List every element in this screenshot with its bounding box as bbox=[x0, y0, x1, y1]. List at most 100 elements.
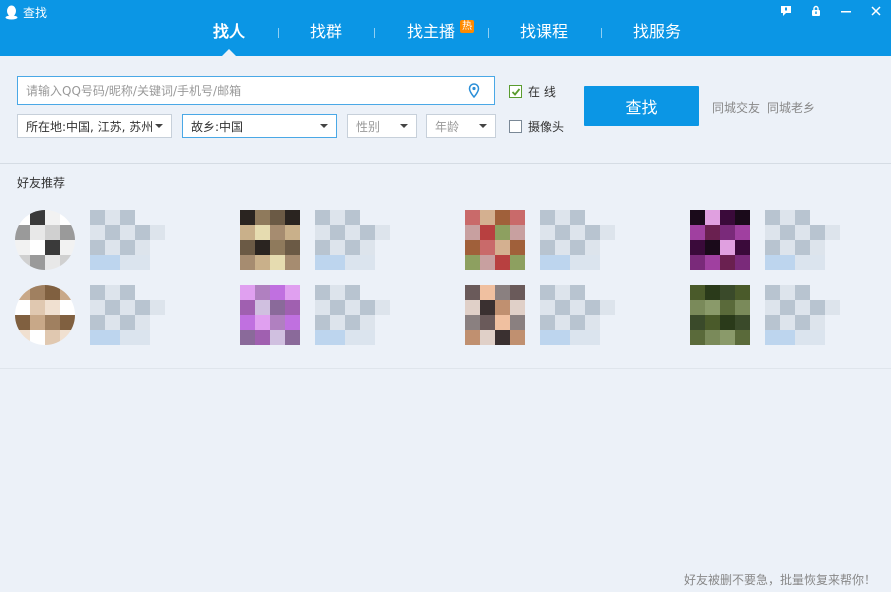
tab-find-group[interactable]: 找群 bbox=[302, 20, 350, 50]
avatar-pixel bbox=[510, 240, 525, 255]
avatar[interactable] bbox=[690, 285, 750, 345]
obscured-text-block bbox=[570, 255, 585, 270]
obscured-text-block bbox=[765, 285, 780, 300]
avatar-pixel bbox=[705, 225, 720, 240]
avatar-pixel bbox=[480, 285, 495, 300]
camera-option[interactable]: 摄像头 bbox=[509, 118, 564, 135]
recommend-card[interactable] bbox=[690, 285, 890, 347]
search-button[interactable]: 查找 bbox=[584, 86, 699, 126]
recommend-card[interactable] bbox=[690, 210, 890, 272]
lock-icon[interactable] bbox=[801, 0, 831, 22]
recommend-card[interactable] bbox=[240, 210, 440, 272]
obscured-text-block bbox=[330, 300, 345, 315]
recommend-card[interactable] bbox=[240, 285, 440, 347]
grid-divider bbox=[0, 368, 891, 369]
avatar-pixel bbox=[60, 255, 75, 270]
obscured-text-block bbox=[315, 255, 330, 270]
obscured-text-block bbox=[120, 210, 135, 225]
obscured-text-block bbox=[555, 300, 570, 315]
hometown-peers-link[interactable]: 同城老乡 bbox=[767, 99, 815, 116]
avatar[interactable] bbox=[465, 210, 525, 270]
minimize-icon[interactable] bbox=[831, 0, 861, 22]
tab-find-course[interactable]: 找课程 bbox=[516, 20, 572, 50]
tab-find-streamer[interactable]: 找主播 bbox=[402, 20, 460, 50]
avatar-pixel bbox=[255, 210, 270, 225]
location-pin-icon[interactable] bbox=[468, 83, 480, 98]
obscured-text-block bbox=[780, 255, 795, 270]
avatar-pixel bbox=[255, 285, 270, 300]
obscured-text-block bbox=[120, 225, 135, 240]
obscured-text-block bbox=[120, 300, 135, 315]
tab-find-people[interactable]: 找人 bbox=[205, 20, 253, 56]
obscured-text-block bbox=[315, 315, 330, 330]
obscured-text-block bbox=[120, 285, 135, 300]
same-city-link[interactable]: 同城交友 bbox=[712, 99, 760, 116]
avatar-pixel bbox=[735, 330, 750, 345]
avatar[interactable] bbox=[240, 210, 300, 270]
close-icon[interactable] bbox=[861, 0, 891, 22]
avatar-pixel bbox=[465, 210, 480, 225]
obscured-text-block bbox=[780, 240, 795, 255]
age-select[interactable]: 年龄 bbox=[426, 114, 496, 138]
obscured-text-block bbox=[780, 210, 795, 225]
obscured-text-block bbox=[555, 240, 570, 255]
avatar[interactable] bbox=[15, 210, 75, 270]
avatar-pixel bbox=[690, 300, 705, 315]
avatar-pixel bbox=[30, 300, 45, 315]
recommend-card[interactable] bbox=[465, 285, 665, 347]
avatar[interactable] bbox=[465, 285, 525, 345]
obscured-text-block bbox=[90, 255, 105, 270]
avatar-pixel bbox=[690, 225, 705, 240]
obscured-text-block bbox=[105, 285, 120, 300]
recommend-card[interactable] bbox=[15, 285, 215, 347]
avatar-pixel bbox=[285, 330, 300, 345]
avatar-pixel bbox=[45, 315, 60, 330]
avatar-pixel bbox=[480, 210, 495, 225]
avatar-pixel bbox=[480, 300, 495, 315]
avatar-pixel bbox=[240, 315, 255, 330]
avatar-pixel bbox=[480, 240, 495, 255]
obscured-text-block bbox=[810, 225, 825, 240]
avatar-pixel bbox=[30, 315, 45, 330]
chevron-down-icon bbox=[320, 124, 328, 128]
obscured-text-block bbox=[90, 285, 105, 300]
avatar-pixel bbox=[495, 285, 510, 300]
avatar[interactable] bbox=[240, 285, 300, 345]
search-input[interactable] bbox=[18, 82, 458, 99]
avatar-pixel bbox=[285, 240, 300, 255]
recommend-card[interactable] bbox=[15, 210, 215, 272]
online-option[interactable]: 在 线 bbox=[509, 83, 556, 100]
avatar-pixel bbox=[255, 255, 270, 270]
obscured-text-block bbox=[585, 300, 600, 315]
avatar-pixel bbox=[735, 225, 750, 240]
location-select[interactable]: 所在地:中国, 江苏, 苏州 bbox=[17, 114, 172, 138]
obscured-text-block bbox=[105, 225, 120, 240]
tab-find-service[interactable]: 找服务 bbox=[628, 20, 686, 50]
obscured-text-block bbox=[90, 225, 105, 240]
obscured-text-block bbox=[540, 255, 555, 270]
avatar-pixel bbox=[30, 255, 45, 270]
avatar-pixel bbox=[255, 315, 270, 330]
recommend-card[interactable] bbox=[465, 210, 665, 272]
avatar-pixel bbox=[255, 300, 270, 315]
online-checkbox[interactable] bbox=[509, 85, 522, 98]
avatar[interactable] bbox=[15, 285, 75, 345]
avatar-pixel bbox=[720, 300, 735, 315]
hometown-select[interactable]: 故乡:中国 bbox=[182, 114, 337, 138]
avatar-pixel bbox=[15, 210, 30, 225]
window-controls bbox=[771, 0, 891, 22]
camera-checkbox[interactable] bbox=[509, 120, 522, 133]
feedback-icon[interactable] bbox=[771, 0, 801, 22]
obscured-text-block bbox=[540, 300, 555, 315]
footer-promo-link[interactable]: 好友被删不要急，批量恢复来帮你！ bbox=[684, 571, 876, 588]
avatar-pixel bbox=[465, 315, 480, 330]
avatar[interactable] bbox=[690, 210, 750, 270]
gender-select[interactable]: 性别 bbox=[347, 114, 417, 138]
obscured-text-block bbox=[150, 300, 165, 315]
obscured-text-block bbox=[585, 255, 600, 270]
obscured-text-block bbox=[105, 315, 120, 330]
obscured-text-block bbox=[345, 285, 360, 300]
search-field[interactable] bbox=[17, 76, 495, 105]
obscured-text-block bbox=[135, 240, 150, 255]
obscured-text-block bbox=[795, 210, 810, 225]
